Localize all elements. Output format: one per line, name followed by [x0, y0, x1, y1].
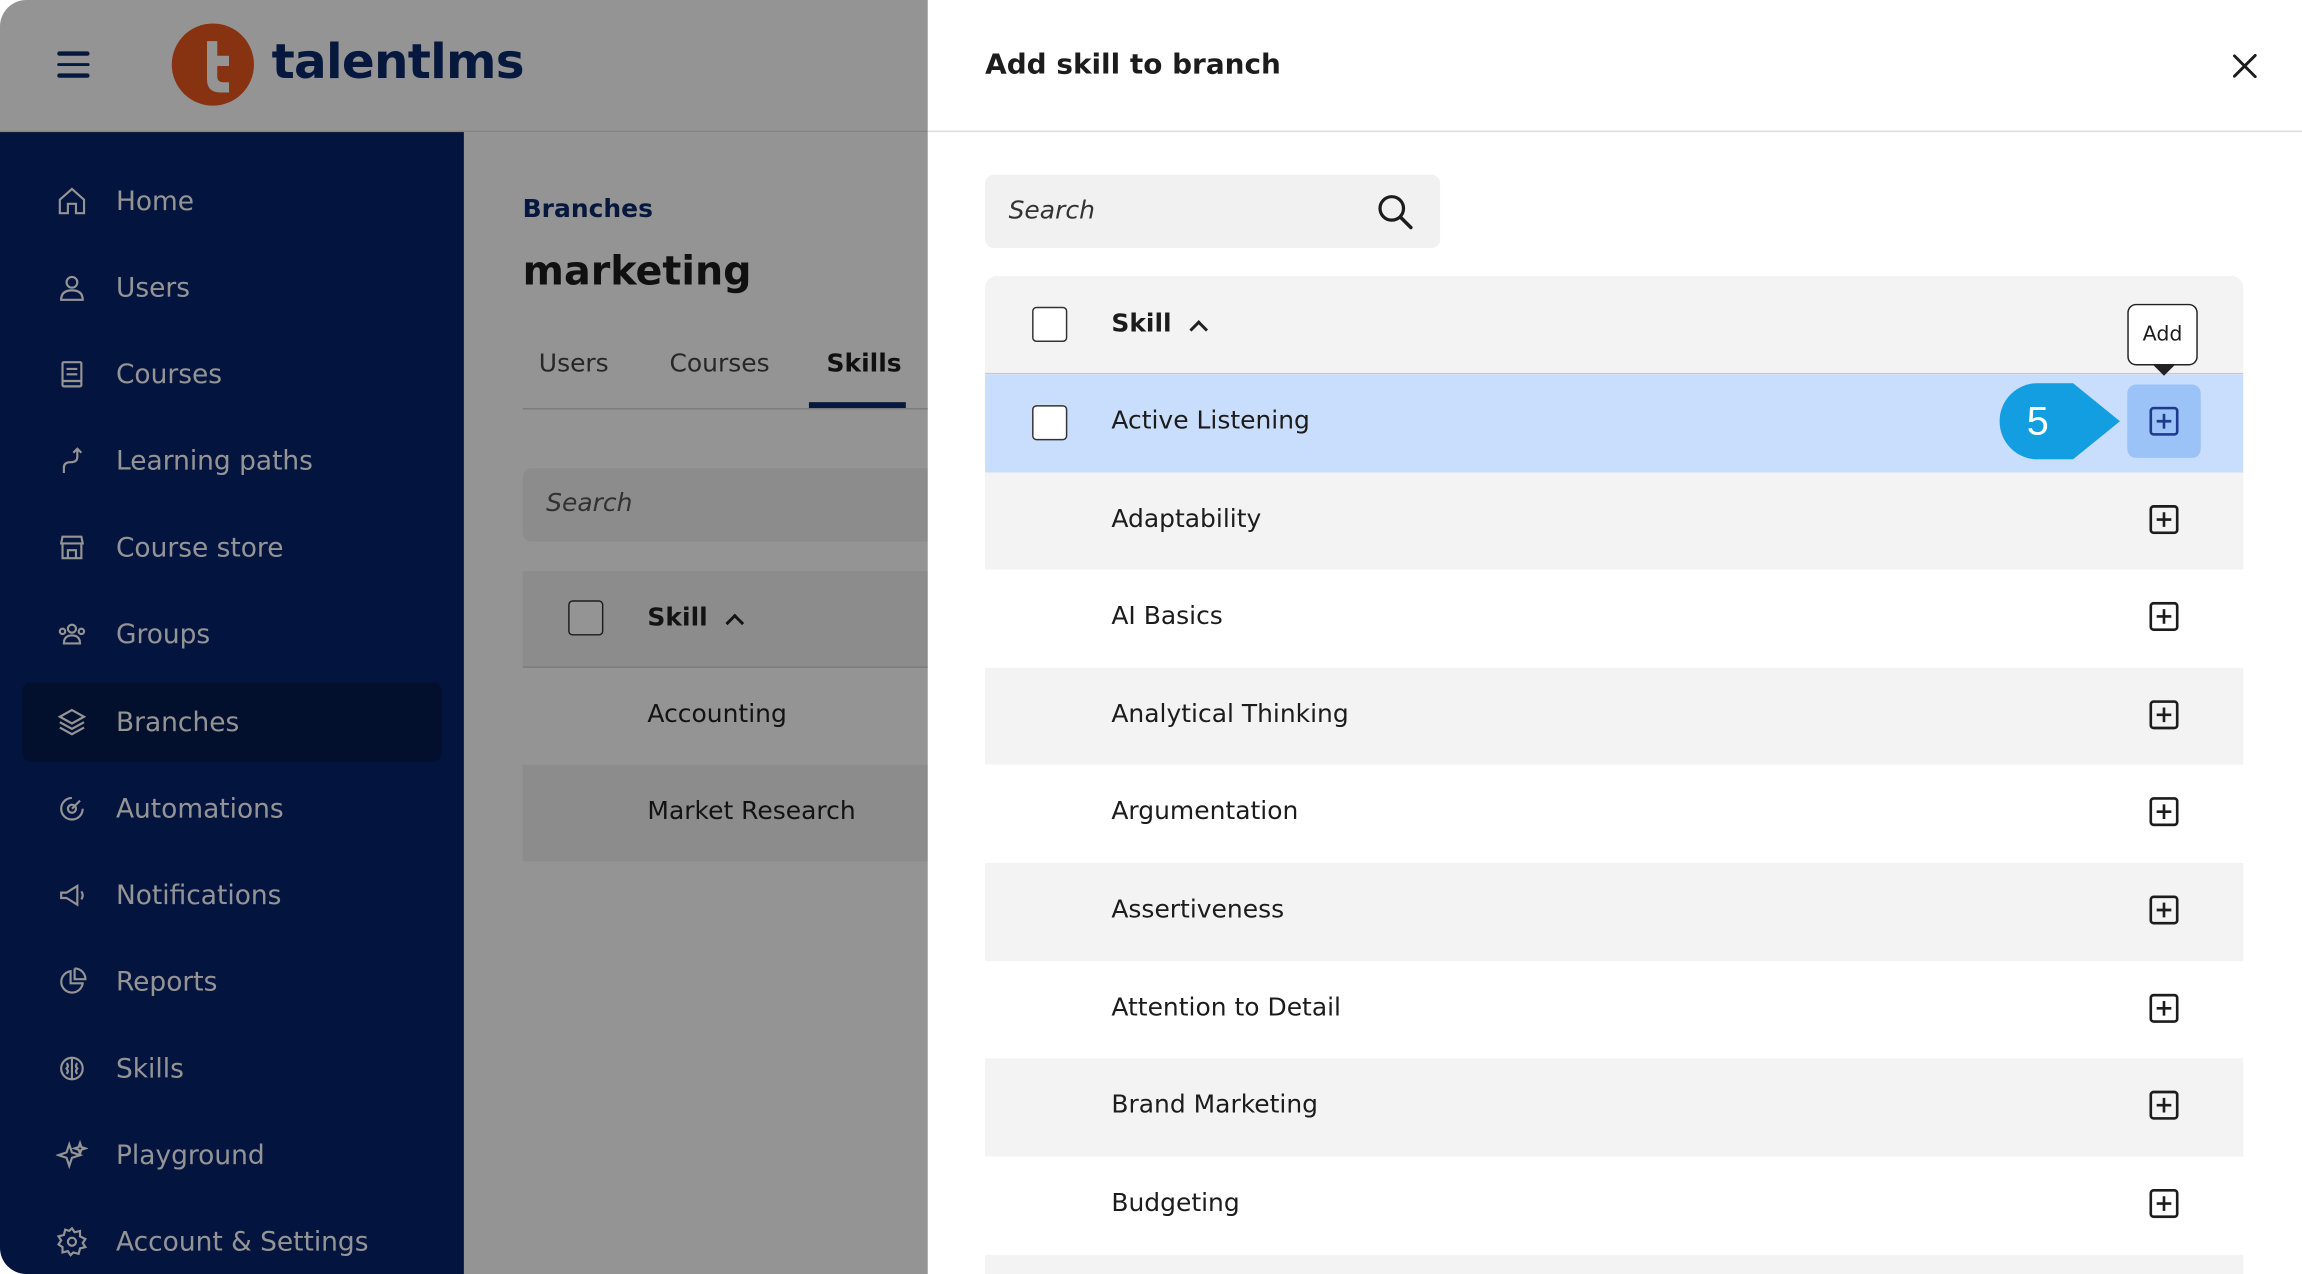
skill-name: Analytical Thinking — [1111, 699, 1349, 730]
skill-name: Brand Marketing — [1111, 1090, 1319, 1121]
table-header: Skill — [985, 275, 2244, 375]
skill-name: Adaptability — [1111, 504, 1262, 534]
skill-name: Assertiveness — [1111, 895, 1285, 925]
drawer-title: Add skill to branch — [985, 48, 1281, 81]
add-button[interactable] — [2127, 1069, 2200, 1142]
skill-name: Active Listening — [1111, 406, 1310, 436]
table-row[interactable]: Attention to Detail — [985, 960, 2244, 1059]
add-tooltip: Add — [2127, 303, 2198, 366]
close-icon[interactable] — [2226, 47, 2264, 85]
plus-square-icon — [2149, 504, 2179, 534]
search-icon[interactable] — [1376, 192, 1414, 230]
tooltip-arrow — [2153, 365, 2175, 376]
table-row[interactable]: Argumentation — [985, 765, 2244, 863]
add-button[interactable] — [2127, 482, 2200, 555]
step-marker: 5 — [1999, 383, 2123, 460]
column-header-skill[interactable]: Skill — [1111, 310, 1171, 339]
add-button[interactable] — [2127, 776, 2200, 849]
drawer-search-box — [985, 174, 1441, 249]
plus-square-icon — [2149, 1090, 2179, 1120]
select-all-checkbox[interactable] — [1032, 306, 1068, 342]
plus-square-icon — [2149, 602, 2179, 632]
plus-square-icon — [2149, 699, 2179, 729]
add-button[interactable] — [2127, 384, 2201, 458]
skill-name: Budgeting — [1111, 1188, 1240, 1218]
plus-square-icon — [2149, 1188, 2179, 1218]
table-row-partial — [985, 1254, 2244, 1274]
table-row[interactable]: Brand Marketing — [985, 1058, 2244, 1157]
add-button[interactable] — [2127, 1166, 2200, 1239]
skill-name: Argumentation — [1111, 797, 1299, 827]
table-row[interactable]: AI Basics — [985, 569, 2244, 668]
step-number: 5 — [2026, 399, 2049, 444]
search-input[interactable] — [985, 174, 1367, 249]
table-row[interactable]: Adaptability — [985, 472, 2244, 570]
plus-square-icon — [2149, 797, 2179, 827]
plus-square-icon — [2149, 895, 2179, 925]
add-button[interactable] — [2127, 873, 2200, 946]
add-button[interactable] — [2127, 971, 2200, 1044]
table-row[interactable]: Assertiveness — [985, 862, 2244, 961]
table-row[interactable]: Budgeting — [985, 1156, 2244, 1254]
plus-square-icon — [2149, 406, 2179, 436]
add-skill-drawer: Add skill to branch Skill Active Listeni… — [927, 0, 2302, 1274]
add-button[interactable] — [2127, 678, 2200, 751]
skill-name: Attention to Detail — [1111, 993, 1342, 1023]
table-row[interactable]: Analytical Thinking — [985, 667, 2244, 766]
drawer-header: Add skill to branch — [927, 0, 2302, 133]
plus-square-icon — [2149, 993, 2179, 1023]
row-checkbox[interactable] — [1032, 405, 1068, 441]
add-button[interactable] — [2127, 580, 2200, 653]
chevron-up-icon[interactable] — [1189, 320, 1209, 339]
skill-name: AI Basics — [1111, 602, 1223, 632]
modal-overlay[interactable] — [0, 0, 928, 1274]
